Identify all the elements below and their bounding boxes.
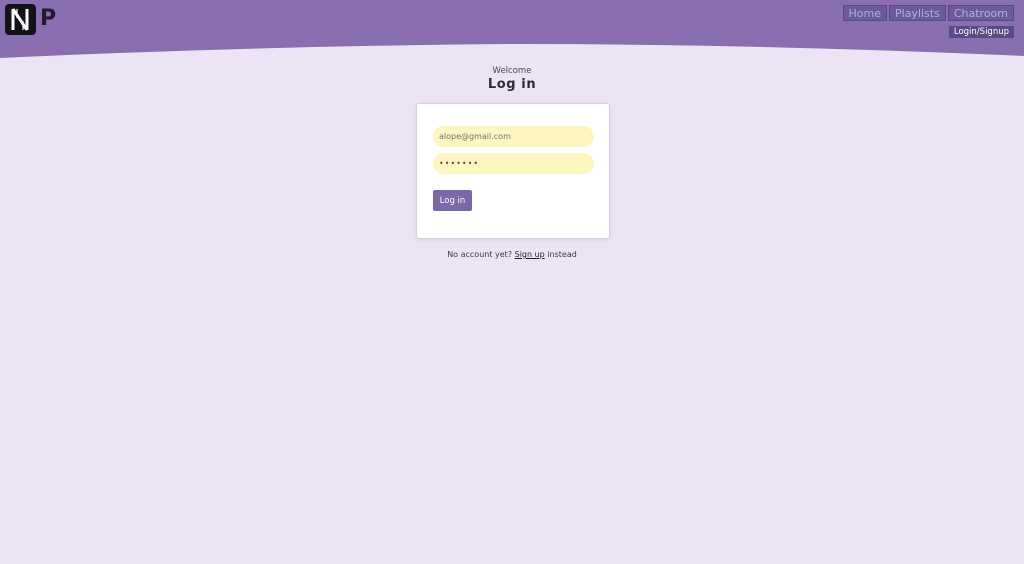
nav-playlists[interactable]: Playlists [889,5,946,21]
top-nav: Home Playlists Chatroom [842,5,1014,21]
login-card: Log in [416,103,610,239]
login-signup-button[interactable]: Login/Signup [948,26,1014,38]
password-field[interactable] [433,153,594,174]
email-field[interactable] [433,126,594,147]
signup-suffix: instead [544,250,577,259]
login-submit-button[interactable]: Log in [433,190,472,211]
n-logo-icon[interactable] [5,4,36,35]
nav-home[interactable]: Home [842,5,887,21]
signup-prompt: No account yet? Sign up instead [0,250,1024,259]
page-title: Log in [487,77,537,92]
brand-letter: P [40,6,57,31]
signup-prefix: No account yet? [447,250,515,259]
welcome-text: Welcome [492,66,532,76]
signup-link[interactable]: Sign up [515,250,545,259]
header-bar: P Home Playlists Chatroom Login/Signup [0,0,1024,60]
nav-chatroom[interactable]: Chatroom [947,5,1014,21]
